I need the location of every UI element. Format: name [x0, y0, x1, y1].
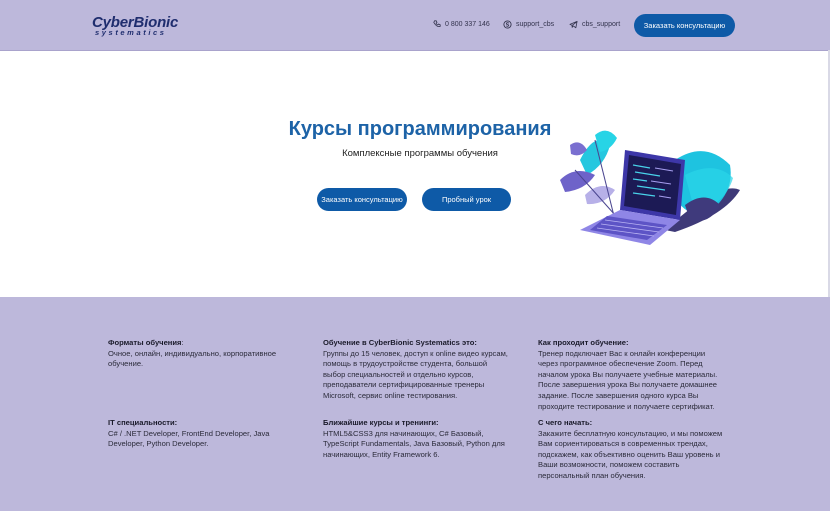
telegram-icon: [569, 20, 578, 29]
skype-contact[interactable]: support_cbs: [503, 20, 554, 29]
phone-number: 0 800 337 146: [445, 20, 490, 28]
info-section: Форматы обучения: Очное, онлайн, индивид…: [0, 297, 830, 511]
start-title: С чего начать:: [538, 418, 593, 427]
nearest-text: HTML5&CSS3 для начинающих, C# Базовый, T…: [323, 428, 505, 459]
skype-icon: [503, 20, 512, 29]
how-it-works-block: Как проходит обучение: Тренер подключает…: [538, 338, 723, 412]
training-block: Обучение в CyberBionic Systematics это: …: [323, 338, 508, 402]
header-consultation-button[interactable]: Заказать консультацию: [634, 14, 735, 37]
skype-handle: support_cbs: [516, 21, 555, 28]
training-text: Группы до 15 человек, доступ к online ви…: [323, 348, 508, 400]
how-text: Тренер подключает Вас к онлайн конференц…: [538, 348, 718, 411]
phone-contact[interactable]: 0 800 337 146: [433, 20, 490, 28]
it-specialities-block: IT специальности: C# / .NET Developer, F…: [108, 418, 293, 450]
hero-title: Курсы программирования: [288, 118, 552, 140]
training-title: Обучение в CyberBionic Systematics это:: [323, 338, 477, 347]
it-text: C# / .NET Developer, FrontEnd Developer,…: [108, 428, 270, 449]
laptop-illustration: [560, 130, 740, 245]
telegram-handle: cbs_support: [582, 21, 621, 28]
formats-text: Очное, онлайн, индивидуально, корпоратив…: [108, 348, 277, 369]
nearest-courses-block: Ближайшие курсы и тренинги: HTML5&CSS3 д…: [323, 418, 508, 460]
site-header: CyberBionic systematics 0 800 337 146 su…: [0, 0, 830, 51]
phone-icon: [433, 20, 441, 27]
formats-title: Форматы обучения: [108, 338, 182, 347]
how-title: Как проходит обучение:: [538, 338, 629, 347]
nearest-title: Ближайшие курсы и тренинги:: [323, 418, 439, 427]
hero-consultation-button[interactable]: Заказать консультацию: [317, 188, 407, 211]
telegram-contact[interactable]: cbs_support: [569, 20, 620, 29]
start-text: Закажите бесплатную консультацию, и мы п…: [538, 428, 723, 480]
formats-block: Форматы обучения: Очное, онлайн, индивид…: [108, 338, 293, 370]
where-to-start-block: С чего начать: Закажите бесплатную консу…: [538, 418, 723, 482]
hero-subtitle: Комплексные программы обучения: [342, 148, 498, 159]
it-title: IT специальности:: [108, 418, 178, 427]
trial-lesson-button[interactable]: Пробный урок: [422, 188, 511, 211]
formats-colon: :: [181, 338, 184, 347]
logo-sub: systematics: [95, 28, 167, 37]
logo[interactable]: CyberBionic systematics: [92, 14, 182, 38]
